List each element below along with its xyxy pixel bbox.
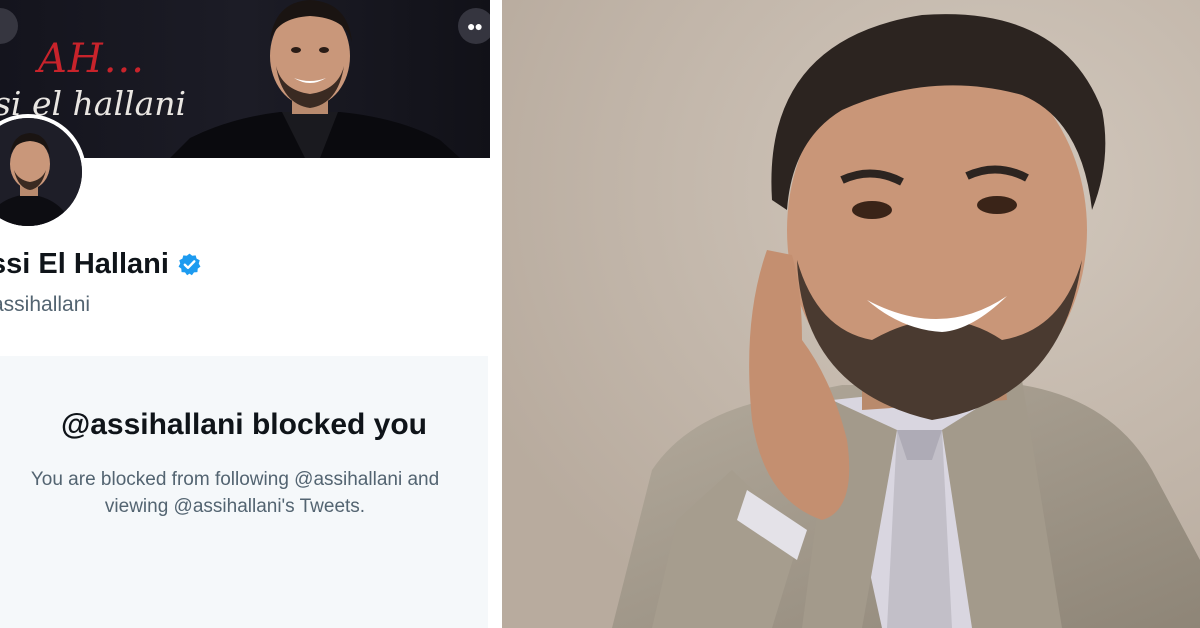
blocked-notice-line-1: You are blocked from following @assihall… <box>30 469 440 490</box>
banner-script-text: AH... <box>38 36 145 82</box>
display-name-text: ssi El Hallani <box>0 248 169 280</box>
profile-handle: assihallani <box>0 293 91 316</box>
more-icon: ●● <box>467 18 483 34</box>
image-divider <box>490 0 502 628</box>
blocked-notice-title: @assihallani blocked you <box>60 408 428 441</box>
portrait-photo <box>502 0 1200 628</box>
more-options-button[interactable]: ●● <box>458 8 490 44</box>
twitter-profile-screenshot: AH... si el hallani ●● ssi El Hallani as… <box>0 0 490 628</box>
blocked-notice-card: @assihallani blocked you You are blocked… <box>0 356 488 628</box>
banner-portrait-image <box>170 0 460 158</box>
verified-badge-icon <box>178 253 201 276</box>
profile-display-name: ssi El Hallani <box>0 248 202 281</box>
blocked-notice-body: You are blocked from following @assihall… <box>0 466 470 520</box>
blocked-notice-line-2: viewing @assihallani's Tweets. <box>104 496 366 517</box>
profile-banner: AH... si el hallani ●● <box>0 0 490 158</box>
portrait-photo-image <box>502 0 1200 628</box>
avatar-image <box>0 118 82 226</box>
back-button[interactable] <box>0 8 18 44</box>
